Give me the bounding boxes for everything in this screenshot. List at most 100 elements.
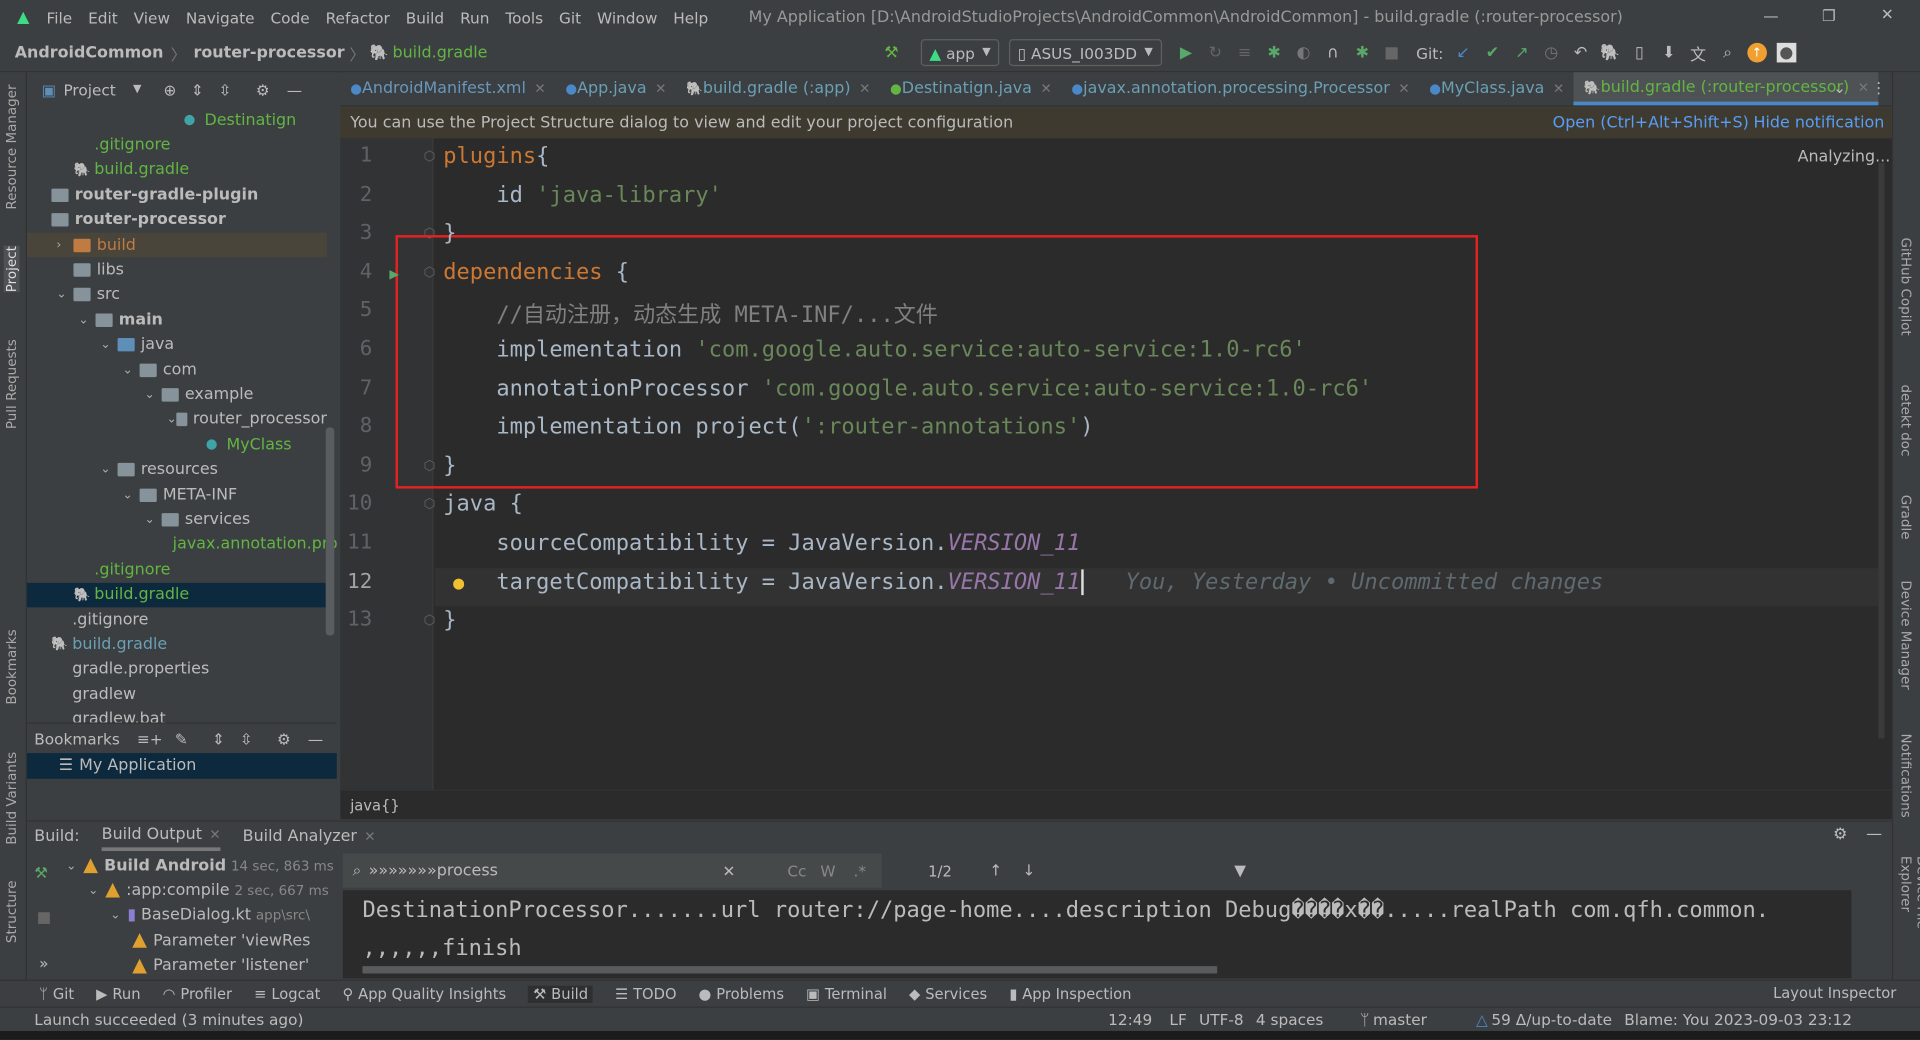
build-output-console[interactable]: DestinationProcessor.......url router://…: [342, 890, 1852, 979]
open-project-structure-link[interactable]: Open (Ctrl+Alt+Shift+S): [1553, 114, 1749, 132]
status-message[interactable]: Launch succeeded (3 minutes ago): [34, 1010, 303, 1028]
project-view-select[interactable]: Project: [63, 80, 115, 98]
pull-requests-tab[interactable]: Pull Requests: [4, 339, 20, 429]
chevron-icon[interactable]: ⌄: [167, 413, 177, 426]
tree-item[interactable]: .gitignore: [27, 133, 327, 157]
bookmarks-tab[interactable]: Bookmarks: [4, 629, 20, 704]
tool-services[interactable]: ◆ Services: [909, 985, 987, 1002]
build-tree-item[interactable]: ⌄ Build Android 14 sec, 863 ms: [54, 853, 350, 877]
menu-help[interactable]: Help: [673, 8, 708, 26]
regex-icon[interactable]: .*: [853, 861, 866, 879]
apply-code-changes-icon[interactable]: ≡: [1235, 43, 1255, 63]
locate-icon[interactable]: ⊕: [163, 80, 176, 98]
horizontal-scrollbar[interactable]: [362, 966, 1218, 974]
tree-item[interactable]: ⌄ router_processor: [27, 408, 327, 432]
tree-item[interactable]: router-gradle-plugin: [27, 183, 327, 207]
menu-navigate[interactable]: Navigate: [186, 8, 255, 26]
fold-icon[interactable]: ⬡: [424, 148, 436, 164]
fold-icon[interactable]: ⬡: [424, 612, 436, 628]
minimize-button[interactable]: —: [1763, 6, 1778, 24]
build-variants-tab[interactable]: Build Variants: [4, 752, 20, 845]
breadcrumb-module[interactable]: router-processor: [193, 43, 344, 61]
hide-icon[interactable]: —: [1866, 825, 1882, 843]
close-icon[interactable]: ✕: [1553, 81, 1564, 97]
close-icon[interactable]: ✕: [364, 828, 375, 844]
close-icon[interactable]: ✕: [1041, 81, 1052, 97]
chevron-down-icon[interactable]: ▼: [133, 83, 141, 95]
avatar[interactable]: ●: [1776, 42, 1797, 63]
history-icon[interactable]: ◷: [1541, 43, 1561, 63]
tree-item[interactable]: ⌄ src: [27, 283, 327, 307]
rollback-icon[interactable]: ↶: [1571, 43, 1591, 63]
tree-item[interactable]: ● Destinatign: [27, 108, 327, 132]
update-icon[interactable]: ↑: [1747, 42, 1767, 63]
close-icon[interactable]: ✕: [1398, 81, 1409, 97]
menu-tools[interactable]: Tools: [505, 8, 543, 26]
bookmark-list-item[interactable]: ☰ My Application: [26, 753, 337, 779]
git-commit-icon[interactable]: ✔: [1483, 43, 1503, 63]
editor-scrollbar[interactable]: [1878, 162, 1885, 739]
github-copilot-tab[interactable]: GitHub Copilot: [1898, 238, 1914, 336]
tree-item[interactable]: 🐘 build.gradle: [26, 582, 327, 607]
menu-refactor[interactable]: Refactor: [326, 8, 390, 26]
notifications-tab[interactable]: Notifications: [1898, 733, 1914, 817]
menu-file[interactable]: File: [47, 8, 73, 26]
tool-app-quality-insights[interactable]: ⚲ App Quality Insights: [342, 985, 506, 1002]
line-separator[interactable]: LF: [1169, 1010, 1186, 1028]
file-encoding[interactable]: UTF-8: [1199, 1010, 1244, 1028]
expand-icon[interactable]: »: [39, 954, 48, 972]
chevron-icon[interactable]: ⌄: [144, 388, 161, 401]
hide-notification-link[interactable]: Hide notification: [1753, 114, 1884, 132]
tab-build-analyzer[interactable]: Build Analyzer ✕: [243, 827, 376, 845]
blame-info[interactable]: Blame: You 2023-09-03 23:12: [1624, 1010, 1852, 1028]
apply-changes-icon[interactable]: ↻: [1206, 43, 1226, 63]
git-branch[interactable]: master: [1373, 1010, 1427, 1028]
expand-all-icon[interactable]: ⇕: [212, 729, 225, 747]
menu-view[interactable]: View: [134, 8, 170, 26]
chevron-icon[interactable]: ⌄: [100, 338, 117, 351]
tab-destinatign-java[interactable]: ● Destinatign.java ✕: [880, 72, 1061, 105]
tree-item[interactable]: .gitignore: [27, 557, 327, 581]
chevron-icon[interactable]: ›: [56, 238, 73, 251]
breadcrumb-file[interactable]: build.gradle: [392, 43, 487, 61]
device-select[interactable]: ▯ ASUS_I003DD ▼: [1009, 39, 1162, 67]
structure-tab[interactable]: Structure: [4, 880, 20, 943]
add-bookmark-icon[interactable]: ≡+: [137, 729, 163, 747]
words-icon[interactable]: W: [820, 861, 835, 879]
chevron-icon[interactable]: ⌄: [78, 313, 95, 326]
sdk-manager-icon[interactable]: ⬇: [1659, 43, 1679, 63]
collapse-all-icon[interactable]: ⇳: [219, 80, 232, 98]
chevron-icon[interactable]: ⌄: [110, 909, 127, 922]
attach-debugger-icon[interactable]: ✱: [1352, 43, 1372, 63]
vcs-status[interactable]: 59 Δ/up-to-date: [1491, 1010, 1612, 1028]
device-manager-tab[interactable]: Device Manager: [1898, 580, 1914, 689]
tool-logcat[interactable]: ≡ Logcat: [254, 985, 320, 1002]
tree-item[interactable]: ⌄ main: [27, 308, 327, 332]
menu-window[interactable]: Window: [597, 8, 657, 26]
close-icon[interactable]: ✕: [1858, 79, 1869, 95]
chevron-icon[interactable]: ⌄: [56, 288, 73, 301]
gear-icon[interactable]: ⚙: [1833, 825, 1847, 843]
tab-app-java[interactable]: ● App.java ✕: [556, 72, 677, 105]
tree-item[interactable]: router-processor: [27, 208, 327, 232]
debug-icon[interactable]: ✱: [1264, 43, 1284, 63]
hide-icon[interactable]: —: [287, 80, 302, 98]
run-icon[interactable]: ▶: [1176, 43, 1196, 63]
run-gutter-icon[interactable]: ▶: [389, 266, 399, 284]
device-manager-icon[interactable]: ▯: [1630, 43, 1650, 63]
tool-problems[interactable]: ● Problems: [699, 985, 784, 1002]
git-update-icon[interactable]: ↙: [1453, 43, 1473, 63]
collapse-all-icon[interactable]: ⇳: [240, 729, 253, 747]
tree-item[interactable]: ⌄ java: [27, 333, 327, 357]
match-case-icon[interactable]: Cc: [787, 861, 806, 879]
make-project-icon[interactable]: ⚒: [882, 43, 902, 63]
restore-button[interactable]: ❐: [1822, 6, 1836, 24]
build-tree-item[interactable]: Parameter 'listener': [54, 953, 350, 977]
tab-build-gradle-app-[interactable]: 🐘 build.gradle (:app) ✕: [676, 72, 880, 105]
previous-match-icon[interactable]: ↑: [989, 861, 1002, 879]
build-tree-item[interactable]: Parameter 'viewRes: [54, 928, 350, 952]
gear-icon[interactable]: ⚙: [277, 729, 291, 747]
stop-icon[interactable]: ■: [1382, 43, 1402, 63]
hide-icon[interactable]: —: [308, 729, 323, 747]
chevron-icon[interactable]: ⌄: [144, 513, 161, 526]
